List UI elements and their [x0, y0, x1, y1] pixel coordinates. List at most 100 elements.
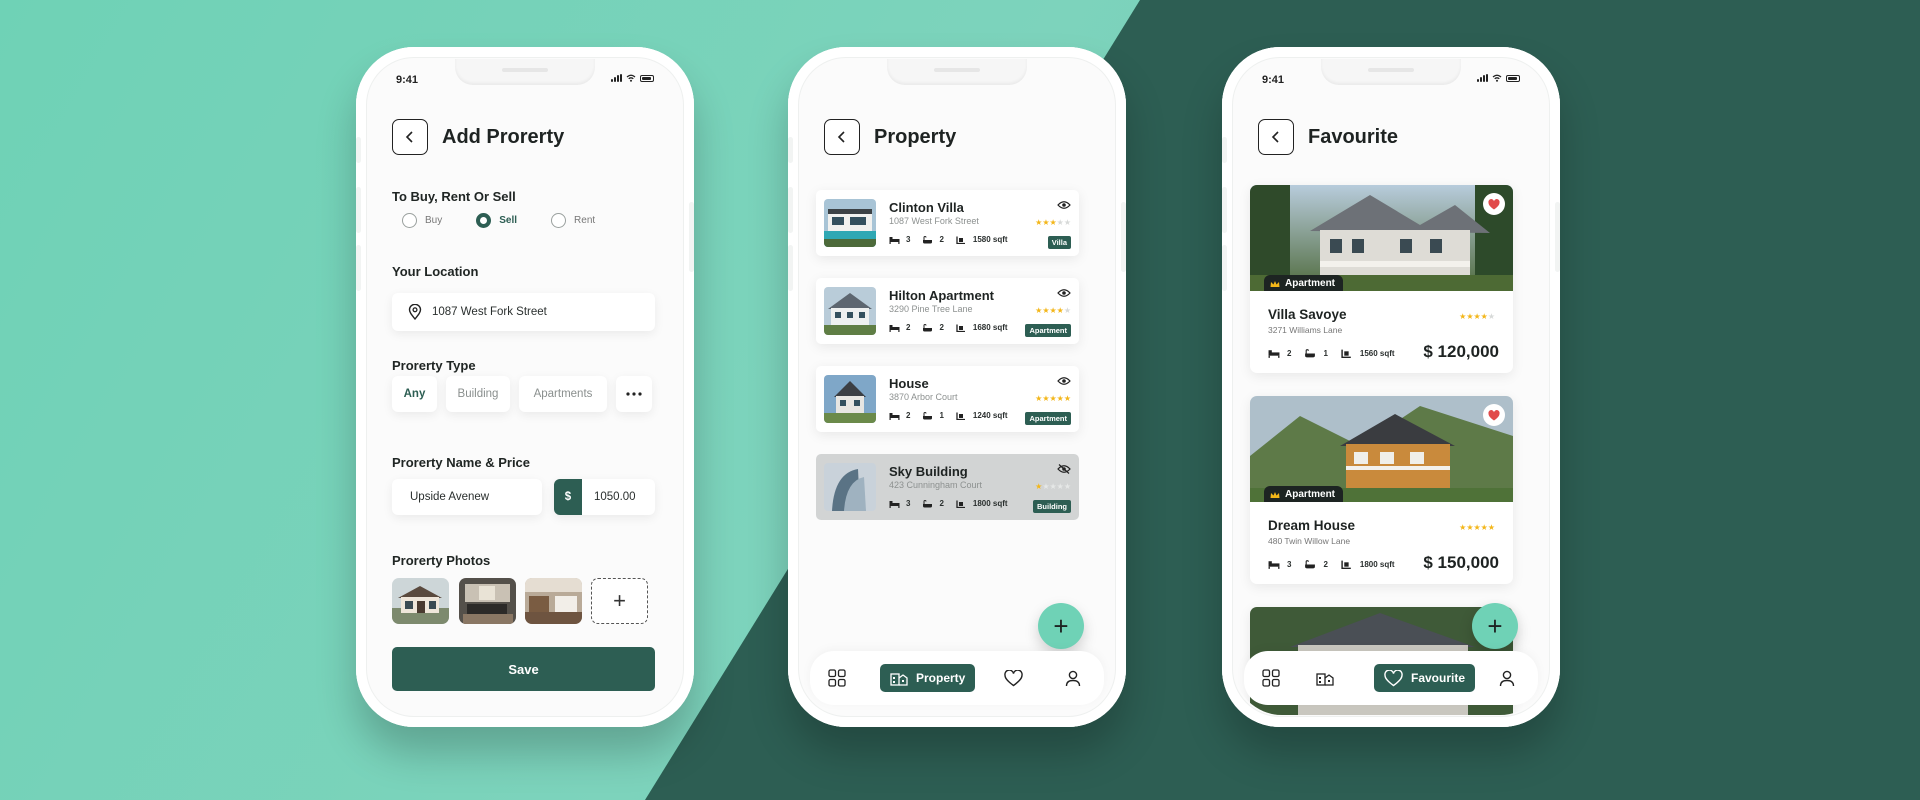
bed-icon	[889, 412, 900, 420]
add-property-screen: 9:41 Add Prorerty To Buy, Rent Or Sell B…	[368, 59, 682, 715]
radio-rent[interactable]: Rent	[551, 213, 595, 228]
eye-off-icon[interactable]	[1057, 464, 1071, 474]
property-stats: 2 1 1560 sqft	[1268, 349, 1395, 358]
baths-count: 2	[939, 499, 944, 508]
bed-icon	[889, 236, 900, 244]
property-photo-1[interactable]	[392, 578, 449, 624]
location-field[interactable]: 1087 West Fork Street	[392, 293, 655, 331]
property-card-hilton-apartment[interactable]: Hilton Apartment 3290 Pine Tree Lane ★★★…	[816, 278, 1079, 344]
property-address: 423 Cunningham Court	[889, 480, 983, 490]
baths-count: 1	[1323, 349, 1328, 358]
radio-dot	[402, 213, 417, 228]
property-card-clinton-villa[interactable]: Clinton Villa 1087 West Fork Street ★★★★…	[816, 190, 1079, 256]
header: Favourite	[1258, 119, 1398, 155]
price-field[interactable]: $ 1050.00	[554, 479, 655, 515]
rating-stars: ★★★★★	[1035, 394, 1071, 403]
back-button[interactable]	[824, 119, 860, 155]
eye-icon[interactable]	[1057, 200, 1071, 210]
nav-property[interactable]: Property	[880, 664, 976, 692]
nav-property[interactable]	[1312, 664, 1338, 692]
nav-property-label: Property	[916, 671, 966, 685]
baths-count: 2	[939, 235, 944, 244]
property-photo-2[interactable]	[459, 578, 516, 624]
nav-dashboard[interactable]	[1258, 664, 1284, 692]
currency-symbol: $	[554, 479, 582, 515]
status-time: 9:41	[396, 74, 419, 86]
area-icon	[1341, 349, 1351, 358]
radio-dot	[476, 213, 492, 228]
add-favourite-fab[interactable]: +	[1472, 603, 1518, 649]
property-stats: 2 1 1240 sqft	[889, 411, 1008, 420]
phone-property-list: Property Clinton Villa 1087 West Fork St…	[788, 47, 1126, 727]
eye-icon[interactable]	[1057, 376, 1071, 386]
rating-stars: ★★★★★	[1035, 482, 1071, 491]
radio-sell[interactable]: Sell	[476, 213, 517, 228]
save-button[interactable]: Save	[392, 647, 655, 691]
chevron-left-icon	[1271, 131, 1279, 143]
area-icon	[956, 324, 965, 332]
area-icon	[956, 412, 965, 420]
area-value: 1560 sqft	[1359, 349, 1395, 358]
deal-radio-group: Buy Sell Rent	[402, 213, 595, 228]
heart-filled-icon	[1488, 198, 1500, 209]
favourite-toggle[interactable]	[1483, 404, 1505, 426]
house-photo-image	[392, 578, 449, 624]
baths-count: 2	[939, 323, 944, 332]
property-thumbnail	[824, 287, 876, 335]
villa-image	[824, 199, 876, 247]
property-stats: 3 2 1800 sqft	[889, 499, 1008, 508]
type-chip-any[interactable]: Any	[392, 376, 437, 412]
signal-icon	[611, 74, 622, 82]
eye-icon[interactable]	[1057, 288, 1071, 298]
property-card-sky-building[interactable]: Sky Building 423 Cunningham Court ★★★★★ …	[816, 454, 1079, 520]
nav-favourite[interactable]	[1000, 664, 1026, 692]
notch	[887, 59, 1027, 85]
favourite-screen: 9:41 Favourite Apartment Villa Savoye 32…	[1234, 59, 1548, 715]
side-button	[788, 137, 793, 163]
page-title: Add Prorerty	[442, 125, 565, 148]
type-chip-building[interactable]: Building	[446, 376, 510, 412]
side-button	[1222, 187, 1227, 233]
radio-buy[interactable]: Buy	[402, 213, 442, 228]
add-property-fab[interactable]: +	[1038, 603, 1084, 649]
bath-icon	[1305, 349, 1316, 358]
property-card-house[interactable]: House 3870 Arbor Court ★★★★★ 2 1 1240 sq…	[816, 366, 1079, 432]
nav-favourite[interactable]: Favourite	[1374, 664, 1476, 692]
area-icon	[956, 236, 965, 244]
living-room-photo-image	[459, 578, 516, 624]
property-address: 480 Twin Willow Lane	[1268, 536, 1351, 546]
area-icon	[1341, 560, 1351, 569]
buildings-icon	[890, 673, 908, 686]
heart-icon	[1384, 669, 1403, 686]
property-name-field[interactable]: Upside Avenew	[392, 479, 542, 515]
favourite-card-dream-house[interactable]: Apartment Dream House 480 Twin Willow La…	[1250, 396, 1513, 584]
property-photo-3[interactable]	[525, 578, 582, 624]
back-button[interactable]	[392, 119, 428, 155]
back-button[interactable]	[1258, 119, 1294, 155]
chevron-left-icon	[405, 131, 413, 143]
type-chip-apartments[interactable]: Apartments	[519, 376, 607, 412]
property-name: House	[889, 376, 929, 391]
more-options-button[interactable]	[616, 376, 652, 412]
favourite-card-villa-savoye[interactable]: Apartment Villa Savoye 3271 Williams Lan…	[1250, 185, 1513, 373]
crown-icon	[1270, 491, 1280, 498]
nav-profile[interactable]	[1060, 664, 1086, 692]
side-button	[1222, 137, 1227, 163]
kitchen-photo-image	[525, 578, 582, 624]
nav-profile[interactable]	[1494, 664, 1520, 692]
add-photo-button[interactable]: +	[591, 578, 648, 624]
area-value: 1800 sqft	[972, 499, 1008, 508]
property-name: Villa Savoye	[1268, 307, 1347, 322]
deal-label: To Buy, Rent Or Sell	[392, 189, 516, 204]
side-button	[356, 137, 361, 163]
bath-icon	[1305, 560, 1316, 569]
wifi-icon	[1492, 74, 1502, 82]
nav-dashboard[interactable]	[824, 664, 850, 692]
wifi-icon	[626, 74, 636, 82]
header: Property	[824, 119, 956, 155]
favourite-toggle[interactable]	[1483, 193, 1505, 215]
property-tag-label: Apartment	[1285, 489, 1336, 500]
beds-count: 3	[906, 235, 911, 244]
phone-favourite: 9:41 Favourite Apartment Villa Savoye 32…	[1222, 47, 1560, 727]
property-name: Hilton Apartment	[889, 288, 994, 303]
